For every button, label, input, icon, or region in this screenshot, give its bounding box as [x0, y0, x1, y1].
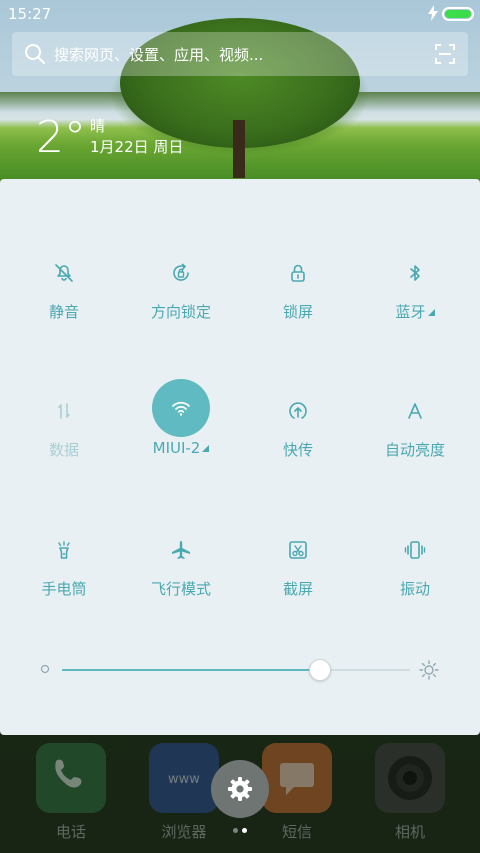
- lock-icon: [276, 251, 320, 295]
- toggle-label: 振动: [355, 578, 475, 599]
- brightness-high-icon: [419, 660, 439, 680]
- toggle-label: 蓝牙: [355, 301, 475, 322]
- toggle-bluetooth[interactable]: 蓝牙: [355, 231, 475, 351]
- toggle-label: 数据: [4, 439, 124, 460]
- toggle-wifi[interactable]: MIUI-2: [121, 369, 241, 489]
- toggle-airplane[interactable]: 飞行模式: [121, 508, 241, 628]
- gear-icon: [228, 777, 252, 801]
- toggle-quick-transfer[interactable]: 快传: [238, 369, 358, 489]
- toggle-label-text: MIUI-2: [152, 439, 201, 457]
- toggle-label: MIUI-2: [121, 439, 241, 457]
- toggle-label-text: 飞行模式: [150, 580, 211, 598]
- settings-button[interactable]: [211, 760, 269, 818]
- bluetooth-icon: [393, 251, 437, 295]
- toggle-rotation-lock[interactable]: 方向锁定: [121, 231, 241, 351]
- toggle-label: 飞行模式: [121, 578, 241, 599]
- toggle-label-text: 自动亮度: [384, 441, 445, 459]
- auto-brightness-icon: [393, 389, 437, 433]
- toggle-label-text: 方向锁定: [150, 303, 211, 321]
- toggle-label-text: 数据: [48, 441, 79, 459]
- toggle-label-text: 截屏: [282, 580, 313, 598]
- page-dot-active: [242, 828, 247, 833]
- toggle-label: 截屏: [238, 578, 358, 599]
- page-dot: [233, 828, 238, 833]
- weather-date: 1月22日 周日: [90, 138, 184, 156]
- tree-trunk: [233, 120, 245, 178]
- dropdown-caret-icon: [427, 309, 435, 316]
- dropdown-caret-icon: [202, 445, 210, 452]
- toggle-label-text: 快传: [282, 441, 313, 459]
- flashlight-icon: [42, 528, 86, 572]
- toggle-label: 手电筒: [4, 578, 124, 599]
- mobile-data-icon: [42, 389, 86, 433]
- airplane-icon: [159, 528, 203, 572]
- toggle-label: 自动亮度: [355, 439, 475, 460]
- search-bar[interactable]: 搜索网页、设置、应用、视频...: [12, 32, 468, 76]
- weather-condition: 晴: [90, 117, 106, 135]
- toggle-flashlight[interactable]: 手电筒: [4, 508, 124, 628]
- brightness-low-icon: [40, 664, 50, 674]
- status-time: 15:27: [8, 5, 52, 23]
- toggle-label-text: 静音: [48, 303, 79, 321]
- screenshot-icon: [276, 528, 320, 572]
- bell-off-icon: [42, 251, 86, 295]
- quick-settings-panel: 静音 方向锁定 锁屏 蓝牙数据 MIUI-2 快传 自动亮度手电筒 飞行模式 截屏 振动: [0, 179, 480, 735]
- brightness-slider-fill: [62, 669, 320, 671]
- toggle-label-text: 手电筒: [41, 580, 87, 598]
- page-indicator: [230, 826, 250, 834]
- toggle-label-text: 锁屏: [282, 303, 313, 321]
- toggle-lock-screen[interactable]: 锁屏: [238, 231, 358, 351]
- toggle-label: 静音: [4, 301, 124, 322]
- toggle-vibrate[interactable]: 振动: [355, 508, 475, 628]
- toggle-label-text: 振动: [399, 580, 430, 598]
- charging-icon: [428, 5, 438, 21]
- scan-icon[interactable]: [434, 43, 456, 65]
- toggle-label: 锁屏: [238, 301, 358, 322]
- toggle-auto-brightness[interactable]: 自动亮度: [355, 369, 475, 489]
- quick-transfer-icon: [276, 389, 320, 433]
- battery-level: [445, 10, 471, 18]
- brightness-slider[interactable]: [62, 669, 410, 671]
- weather-temperature[interactable]: 2°: [36, 112, 86, 163]
- toggle-silent[interactable]: 静音: [4, 231, 124, 351]
- wifi-icon: [152, 379, 210, 437]
- battery-icon: [442, 7, 474, 21]
- toggle-data[interactable]: 数据: [4, 369, 124, 489]
- rotation-lock-icon: [159, 251, 203, 295]
- toggle-label: 方向锁定: [121, 301, 241, 322]
- search-placeholder: 搜索网页、设置、应用、视频...: [54, 46, 264, 64]
- vibrate-icon: [393, 528, 437, 572]
- search-icon: [25, 44, 46, 65]
- status-bar: 15:27: [0, 0, 480, 28]
- toggle-label: 快传: [238, 439, 358, 460]
- toggle-label-text: 蓝牙: [395, 303, 426, 321]
- brightness-slider-thumb[interactable]: [308, 659, 331, 681]
- toggle-screenshot[interactable]: 截屏: [238, 508, 358, 628]
